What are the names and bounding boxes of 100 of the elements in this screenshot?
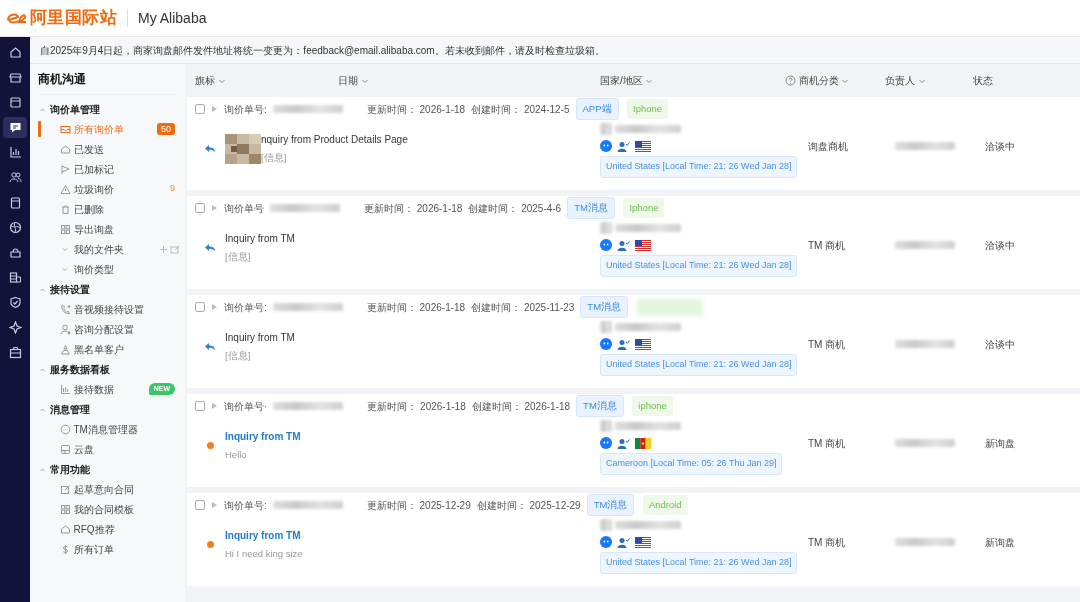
expand-arrow-icon[interactable] [211,402,218,410]
trash-icon [60,203,71,215]
globe-icon [8,220,22,234]
sidebar-item[interactable]: 云盘 [60,441,94,457]
logo-icon [5,11,27,25]
sidebar-group-label[interactable]: 接待设置 [49,281,90,297]
plus-icon[interactable] [158,244,168,254]
inquiry-title[interactable]: nquiry from Product Details Page [261,131,408,147]
source-tag: TM消息 [567,196,615,220]
chat-icon [8,120,22,134]
chat-icon[interactable] [600,437,612,449]
device-tag: Iphone [627,98,669,120]
checkbox[interactable] [195,401,205,411]
verified-user-icon [617,536,630,548]
chat-icon[interactable] [600,140,612,152]
sidebar-item[interactable]: 已发送 [60,141,104,157]
order-number-label: 询价单号: [224,300,267,315]
chat-icon[interactable] [600,338,612,350]
blurred-text [600,222,612,234]
order-number-label: 询价单号: [224,498,267,513]
chat-icon[interactable] [600,536,612,548]
bag-icon [8,245,22,259]
column-header[interactable]: 状态 [973,73,993,88]
update-time: 更新时间： 2026-1-18 [364,201,463,216]
sidebar-item[interactable]: 导出询盘 [60,221,114,237]
blurred-text [895,538,955,546]
chart-icon [60,383,71,395]
column-header[interactable]: 国家/地区 [600,73,643,88]
status-text: 洽谈中 [985,141,1015,152]
inquiry-title[interactable]: Inquiry from TM [225,329,295,345]
category-text: 询盘商机 [808,141,848,152]
sidebar-item[interactable]: 音视频接待设置 [60,301,144,317]
source-tag: TM消息 [586,493,635,517]
status-text: 新询盘 [985,537,1015,548]
column-header[interactable]: 商机分类 [798,73,839,88]
blurred-text [600,321,612,333]
sidebar-item[interactable]: 我的合同模板 [60,501,134,517]
expand-arrow-icon[interactable] [211,303,218,311]
shield-icon [8,295,22,309]
edit-icon[interactable] [170,244,180,254]
sidebar-item[interactable]: 黑名单客户 [60,341,124,357]
inquiry-title[interactable]: Inquiry from TM [225,230,295,246]
dollar-icon [60,543,71,555]
sidebar-item[interactable]: 起草意向合同 [60,481,134,497]
column-header[interactable]: 日期 [338,73,358,88]
sidebar-item[interactable]: 已加标记 [60,161,114,177]
sidebar-item[interactable]: TM消息管理器 [60,421,138,437]
sidebar-item[interactable]: 询价类型 [60,261,114,277]
sidebar-title: 商机沟通 [38,70,175,95]
sidebar-item[interactable]: 咨询分配设置 [60,321,134,337]
checkbox[interactable] [195,302,205,312]
nav-button[interactable] [3,116,27,138]
update-time: 更新时间： 2026-1-18 [367,399,466,414]
category-text: TM 商机 [808,438,846,449]
store-icon [8,70,22,84]
blurred-text [600,519,612,531]
sparkle-icon [8,320,22,334]
expand-arrow-icon[interactable] [211,501,218,509]
sidebar-item[interactable]: 所有订单 [60,541,114,557]
blurred-text [272,105,343,113]
column-header[interactable]: 旗标 [195,73,215,88]
logo-text: 阿里国际站 [29,7,117,30]
sidebar-item[interactable]: 垃圾询价 [60,181,114,197]
sidebar-group-label[interactable]: 消息管理 [49,401,90,417]
country-tag: United States [Local Time: 21: 26 Wed Jan 28] [600,552,798,574]
blurred-text [600,123,612,135]
device-tag: Android [642,494,688,516]
checkbox[interactable] [195,203,205,213]
briefcase-icon [8,345,22,359]
blurred-text [600,420,612,432]
device-tag: iphone [632,395,673,417]
verified-user-icon [617,140,630,152]
sidebar-group-label[interactable]: 服务数据看板 [49,361,110,377]
sidebar-item[interactable]: RFQ推荐 [60,521,115,537]
checkbox[interactable] [195,104,205,114]
column-header[interactable]: 负责人 [885,73,915,88]
blurred-text [614,521,681,529]
blurred-text [614,125,681,133]
coins-icon [8,270,22,284]
sidebar-item[interactable]: 已删除 [60,201,104,217]
home-icon [60,523,71,535]
chat-icon[interactable] [600,239,612,251]
sidebar-group-label[interactable]: 常用功能 [49,461,90,477]
expand-arrow-icon[interactable] [211,204,218,212]
sidebar-group-label[interactable]: 询价单管理 [49,101,100,117]
expand-arrow-icon[interactable] [211,105,218,113]
blurred-text [895,340,955,348]
users-icon [8,170,22,184]
update-time: 更新时间： 2026-1-18 [366,102,466,117]
help-icon[interactable] [785,75,796,86]
order-number-label: 询价单号· [224,399,268,414]
checkbox[interactable] [195,500,205,510]
inquiry-title[interactable]: Inquiry from TM [225,428,301,444]
user-icon [60,343,71,355]
sidebar-item[interactable]: 接待数据 [60,381,114,397]
inquiry-title[interactable]: Inquiry from TM [225,527,303,543]
create-time: 创建时间： 2025-4-6 [468,201,562,216]
user-icon [60,323,71,335]
sidebar-item[interactable]: 我的文件夹 [60,241,124,257]
blurred-text [614,224,681,232]
